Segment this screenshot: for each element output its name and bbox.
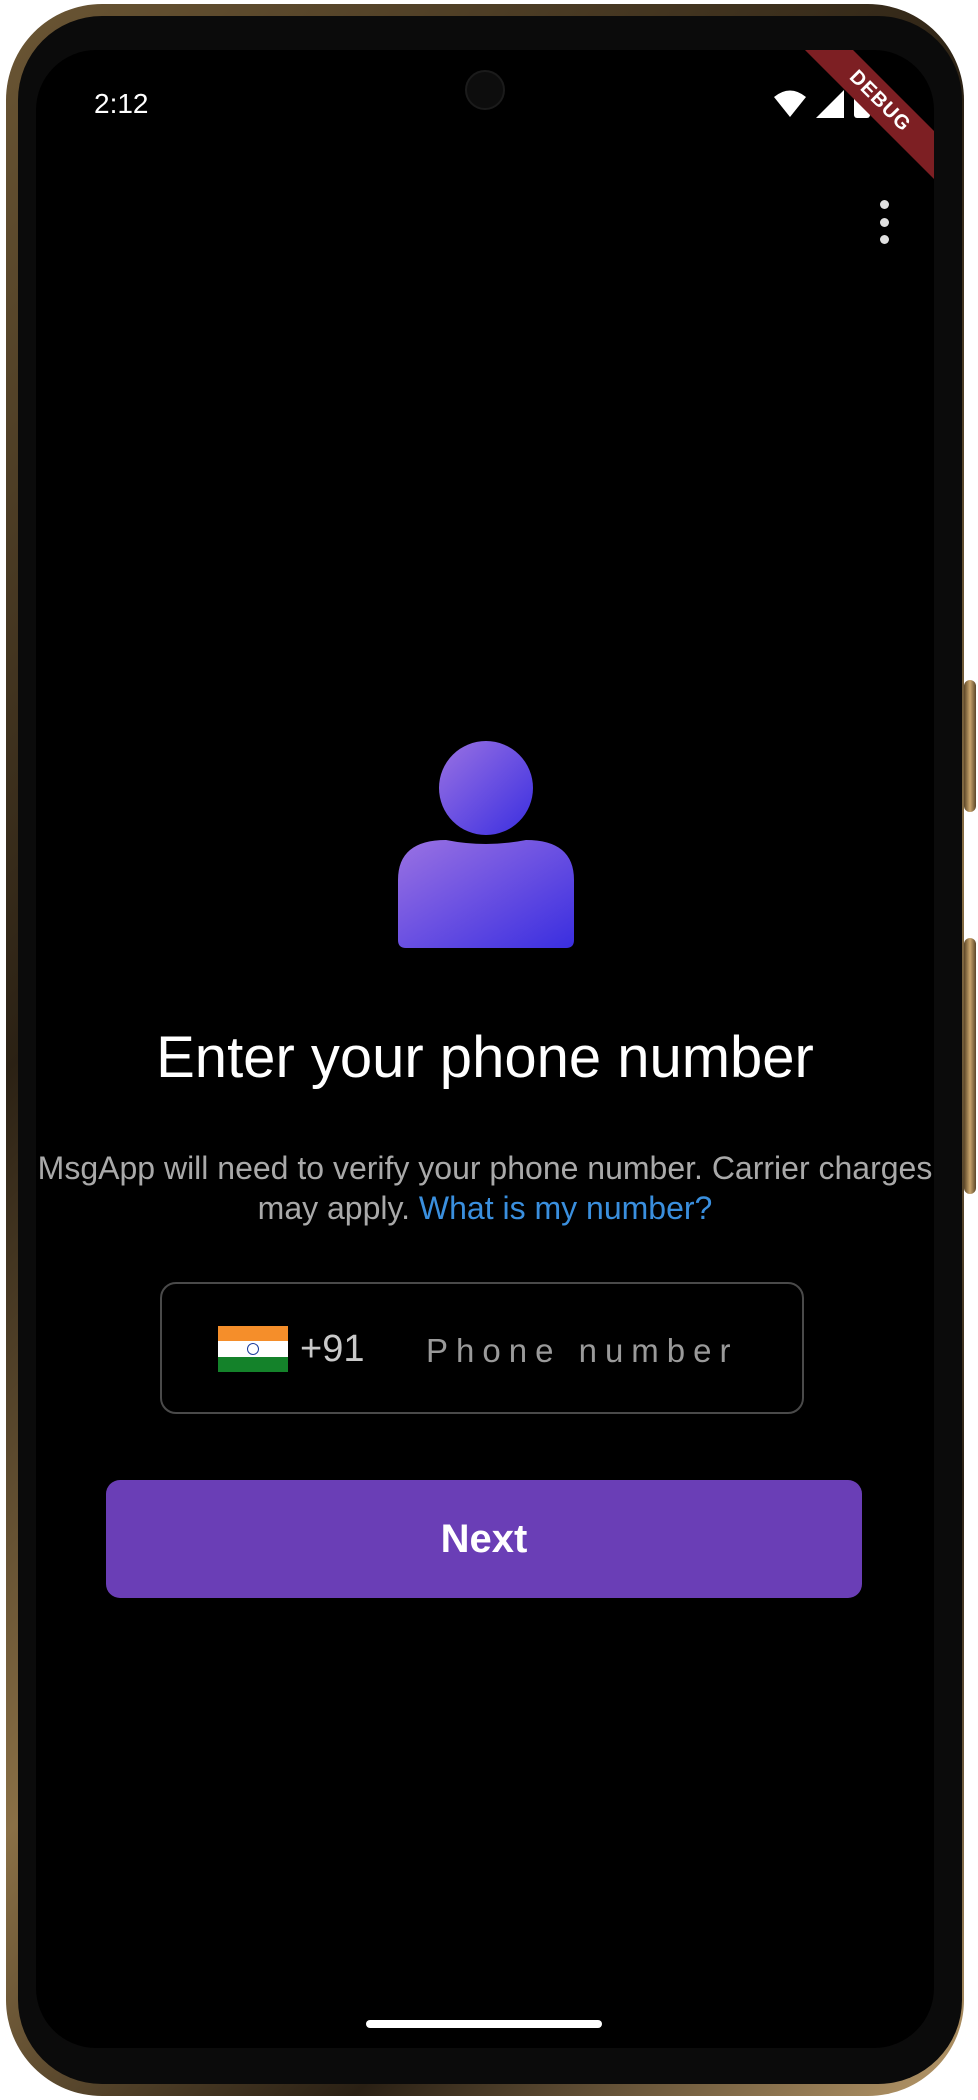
signal-icon [816, 90, 844, 118]
screen: 2:12 DEBUG Enter your phone number MsgAp… [36, 50, 934, 2048]
india-flag-icon[interactable] [218, 1326, 288, 1372]
what-is-my-number-link[interactable]: What is my number? [419, 1190, 712, 1226]
status-time: 2:12 [94, 88, 149, 119]
next-button[interactable]: Next [106, 1480, 862, 1598]
phone-number-field[interactable]: +91 [160, 1282, 804, 1414]
country-code[interactable]: +91 [300, 1328, 364, 1371]
page-title: Enter your phone number [156, 1025, 814, 1090]
volume-button [964, 680, 976, 812]
home-indicator[interactable] [366, 2020, 602, 2028]
phone-number-input[interactable] [424, 1320, 768, 1382]
front-camera [465, 70, 505, 110]
wifi-icon [774, 90, 806, 117]
person-icon [398, 741, 574, 948]
power-button [964, 938, 976, 1194]
description-text: MsgApp will need to verify your phone nu… [36, 1148, 934, 1228]
more-options-icon[interactable] [872, 200, 896, 244]
